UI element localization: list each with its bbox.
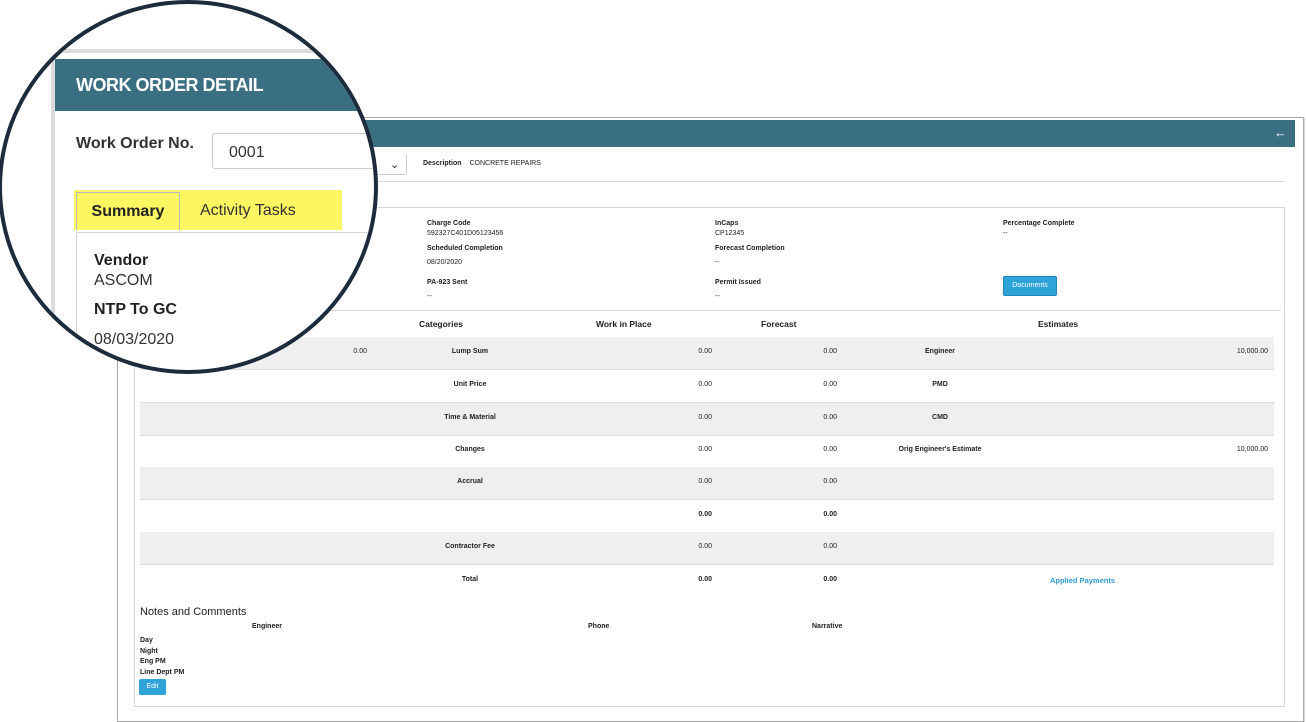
arrow-left-icon[interactable]: ← bbox=[1274, 125, 1287, 141]
scheduled-completion-value: 08/20/2020 bbox=[427, 259, 463, 266]
notes-label-night: Night bbox=[140, 648, 158, 655]
estimate-label-cell: Orig Engineer's Estimate bbox=[898, 446, 982, 453]
permit-issued-label: Permit Issued bbox=[715, 279, 761, 286]
category-cell: Time & Material bbox=[444, 414, 496, 421]
pa923-sent-field: PA-923 Sent -- bbox=[427, 278, 467, 302]
category-cell: Changes bbox=[455, 446, 485, 453]
table-row: Time & Material 0.00 0.00 CMD bbox=[140, 403, 1274, 436]
magnifier-content: WORK ORDER DETAIL Work Order No. 0001 Su… bbox=[2, 4, 374, 370]
work-order-input[interactable]: 0001 bbox=[212, 133, 374, 169]
category-cell: Unit Price bbox=[453, 381, 487, 388]
page-title: WORK ORDER DETAIL bbox=[76, 75, 264, 95]
percentage-complete-label: Percentage Complete bbox=[1003, 220, 1075, 227]
estimate-value-cell: 10,000.00 bbox=[1236, 348, 1268, 355]
work-in-place-cell: 0.00 bbox=[698, 543, 712, 550]
charge-code-value: 592327C401D05123456 bbox=[427, 230, 504, 237]
table-row: Unit Price 0.00 0.00 PMD bbox=[140, 370, 1274, 403]
work-in-place-cell: 0.00 bbox=[698, 414, 712, 421]
notes-title: Notes and Comments bbox=[140, 606, 247, 618]
work-order-label: Work Order No. bbox=[76, 135, 194, 152]
description-field: Description CONCRETE REPAIRS bbox=[423, 160, 541, 167]
tab-activity-tasks[interactable]: Activity Tasks bbox=[200, 202, 296, 220]
forecast-cell: 0.00 bbox=[823, 478, 837, 485]
notes-label-day: Day bbox=[140, 637, 153, 644]
incaps-field: InCaps CP12345 bbox=[715, 219, 744, 239]
documents-button[interactable]: Documents bbox=[1003, 276, 1057, 296]
work-in-place-cell: 0.00 bbox=[698, 381, 712, 388]
edit-button[interactable]: Edit bbox=[139, 679, 166, 695]
scheduled-completion-field: Scheduled Completion 08/20/2020 bbox=[427, 244, 503, 268]
permit-issued-value: -- bbox=[715, 293, 720, 300]
tab-summary[interactable]: Summary bbox=[76, 192, 180, 230]
scheduled-completion-label: Scheduled Completion bbox=[427, 245, 503, 252]
forecast-completion-label: Forecast Completion bbox=[715, 245, 785, 252]
estimate-label-cell: Engineer bbox=[925, 348, 955, 355]
table-row: 0.00 0.00 bbox=[140, 500, 1274, 533]
work-in-place-cell: 0.00 bbox=[698, 511, 712, 518]
header-estimates: Estimates bbox=[1038, 319, 1079, 329]
pa923-sent-value: -- bbox=[427, 293, 432, 300]
pa923-sent-label: PA-923 Sent bbox=[427, 279, 468, 286]
work-in-place-cell: 0.00 bbox=[698, 576, 712, 583]
applied-payments-link[interactable]: Applied Payments bbox=[1050, 576, 1115, 585]
forecast-cell: 0.00 bbox=[823, 446, 837, 453]
chevron-down-icon[interactable]: ⌄ bbox=[390, 158, 399, 171]
notes-label-line-dept-pm: Line Dept PM bbox=[140, 669, 185, 676]
forecast-cell: 0.00 bbox=[823, 543, 837, 550]
permit-issued-field: Permit Issued -- bbox=[715, 278, 761, 302]
header-categories: Categories bbox=[419, 319, 463, 329]
percentage-complete-value: -- bbox=[1003, 230, 1008, 237]
work-in-place-cell: 0.00 bbox=[698, 446, 712, 453]
estimate-label-cell: CMD bbox=[932, 414, 948, 421]
category-cell: Total bbox=[461, 576, 479, 583]
forecast-completion-field: Forecast Completion -- bbox=[715, 244, 785, 268]
table-row: Changes 0.00 0.00 Orig Engineer's Estima… bbox=[140, 435, 1274, 468]
incaps-label: InCaps bbox=[715, 220, 739, 227]
forecast-cell: 0.00 bbox=[823, 381, 837, 388]
work-in-place-cell: 0.00 bbox=[698, 478, 712, 485]
forecast-completion-value: -- bbox=[715, 259, 720, 266]
magnifier-callout: WORK ORDER DETAIL Work Order No. 0001 Su… bbox=[0, 0, 378, 374]
category-cell: Lump Sum bbox=[451, 348, 489, 355]
forecast-cell: 0.00 bbox=[823, 576, 837, 583]
header-work-in-place: Work in Place bbox=[596, 319, 652, 329]
charge-code-label: Charge Code bbox=[427, 220, 471, 227]
table-row: Contractor Fee 0.00 0.00 bbox=[140, 532, 1274, 565]
description-label: Description bbox=[423, 160, 462, 167]
forecast-cell: 0.00 bbox=[823, 511, 837, 518]
description-value: CONCRETE REPAIRS bbox=[469, 160, 541, 167]
notes-header-phone: Phone bbox=[588, 623, 610, 630]
vendor-value: ASCOM bbox=[94, 272, 153, 289]
work-in-place-cell: 0.00 bbox=[698, 348, 712, 355]
category-cell: Contractor Fee bbox=[445, 543, 495, 550]
header-forecast: Forecast bbox=[761, 319, 797, 329]
notes-label-eng-pm: Eng PM bbox=[140, 658, 166, 665]
forecast-cell: 0.00 bbox=[823, 348, 837, 355]
estimate-value-cell: 10,000.00 bbox=[1236, 446, 1268, 453]
percentage-complete-field: Percentage Complete -- bbox=[1003, 219, 1075, 239]
charge-code-field: Charge Code 592327C401D05123456 bbox=[427, 219, 503, 239]
category-cell: Accrual bbox=[457, 478, 483, 485]
table-row: Accrual 0.00 0.00 bbox=[140, 467, 1274, 500]
vendor-label: Vendor bbox=[94, 252, 149, 269]
ntp-to-gc-label: NTP To GC bbox=[94, 301, 177, 318]
incaps-value: CP12345 bbox=[715, 230, 745, 237]
ntp-to-gc-value: 08/03/2020 bbox=[94, 331, 175, 348]
estimate-label-cell: PMD bbox=[932, 381, 948, 388]
forecast-cell: 0.00 bbox=[823, 414, 837, 421]
notes-header-engineer: Engineer bbox=[252, 623, 282, 630]
notes-header-narrative: Narrative bbox=[812, 623, 843, 630]
